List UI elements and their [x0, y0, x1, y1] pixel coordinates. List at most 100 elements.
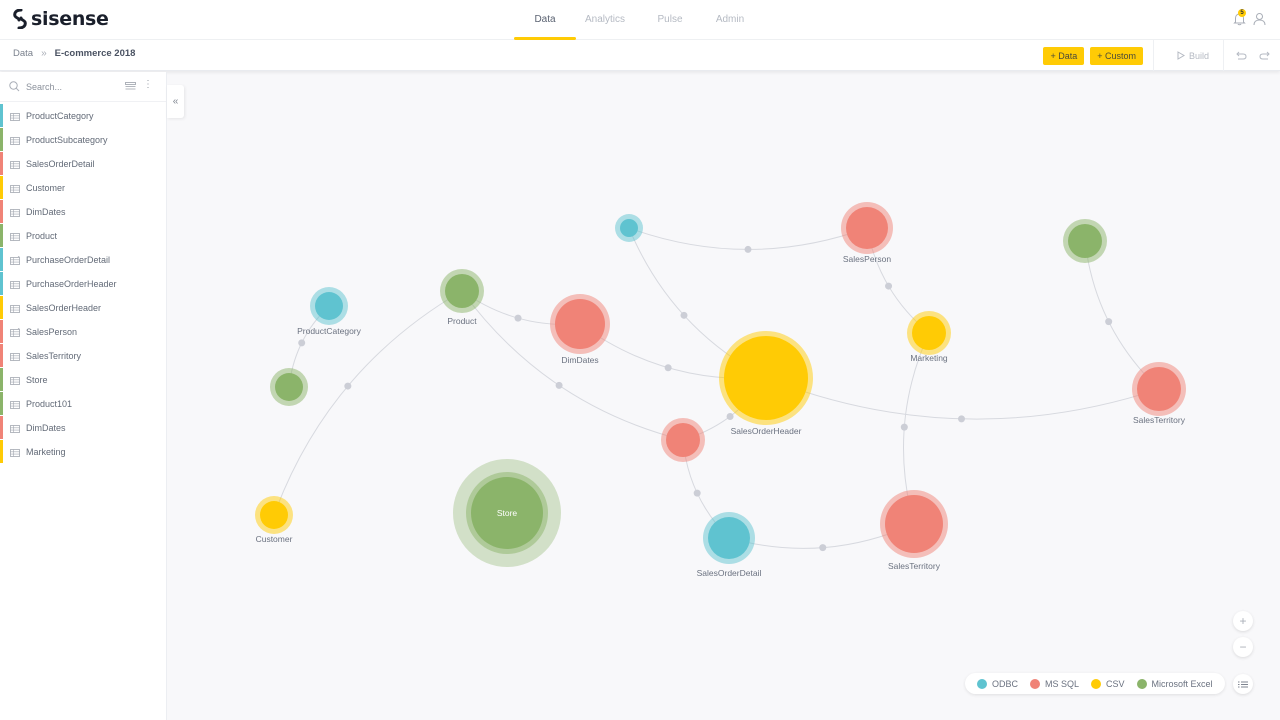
- table-icon: [10, 184, 20, 193]
- relationship-handle[interactable]: [744, 245, 752, 253]
- table-list-item[interactable]: Product: [0, 224, 166, 248]
- add-data-button[interactable]: + Data: [1043, 46, 1085, 65]
- node-label: SalesPerson: [843, 254, 891, 264]
- tab-pulse[interactable]: Pulse: [634, 0, 706, 40]
- relationship-handle[interactable]: [885, 282, 893, 290]
- notification-badge: 5: [1238, 9, 1246, 17]
- node-circle[interactable]: [445, 274, 479, 308]
- table-node[interactable]: [661, 418, 705, 462]
- table-list-item[interactable]: SalesOrderHeader: [0, 296, 166, 320]
- relationship-handle[interactable]: [344, 382, 352, 390]
- relationship-handle[interactable]: [664, 364, 672, 372]
- table-list-item[interactable]: SalesOrderDetail: [0, 152, 166, 176]
- list-view-icon[interactable]: [125, 82, 136, 90]
- relationship-handle[interactable]: [680, 311, 688, 319]
- node-circle[interactable]: [315, 292, 343, 320]
- relationship-handle[interactable]: [958, 415, 966, 423]
- source-color-stripe: [0, 176, 3, 199]
- table-node[interactable]: SalesTerritory: [880, 490, 948, 571]
- table-icon: [10, 424, 20, 433]
- table-list-item[interactable]: PurchaseOrderHeader: [0, 272, 166, 296]
- table-list-item[interactable]: Marketing: [0, 440, 166, 464]
- redo-icon[interactable]: [1259, 51, 1270, 60]
- relationship-handle[interactable]: [1105, 318, 1113, 326]
- tab-admin[interactable]: Admin: [706, 0, 754, 40]
- node-circle[interactable]: [666, 423, 700, 457]
- legend-color-dot: [1091, 678, 1102, 689]
- table-list-item[interactable]: ProductCategory: [0, 104, 166, 128]
- table-node[interactable]: Customer: [255, 496, 293, 544]
- table-node[interactable]: DimDates: [550, 294, 610, 365]
- relationship-handle[interactable]: [900, 423, 908, 431]
- legend-item[interactable]: CSV: [1091, 678, 1125, 689]
- tab-data[interactable]: Data: [514, 0, 576, 40]
- node-circle[interactable]: [708, 517, 750, 559]
- table-node[interactable]: SalesOrderHeader: [719, 331, 813, 436]
- table-list-item[interactable]: DimDates: [0, 200, 166, 224]
- table-list-item[interactable]: Store: [0, 368, 166, 392]
- node-circle[interactable]: [912, 316, 946, 350]
- schema-canvas[interactable]: SalesPerson ProductCategory Product DimDate…: [168, 72, 1280, 720]
- node-circle[interactable]: [555, 299, 605, 349]
- undo-icon[interactable]: [1236, 51, 1247, 60]
- table-node[interactable]: Product: [440, 269, 484, 326]
- zoom-in-button[interactable]: +: [1233, 611, 1253, 631]
- node-circle[interactable]: [275, 373, 303, 401]
- table-list-item[interactable]: PurchaseOrderDetail: [0, 248, 166, 272]
- table-node[interactable]: [615, 214, 643, 242]
- table-node[interactable]: [270, 368, 308, 406]
- table-node[interactable]: [1063, 219, 1107, 263]
- source-color-stripe: [0, 368, 3, 391]
- table-list-item[interactable]: SalesTerritory: [0, 344, 166, 368]
- more-options-icon[interactable]: ⋮: [143, 80, 153, 90]
- build-button[interactable]: Build: [1163, 51, 1223, 61]
- relationship-handle[interactable]: [298, 339, 306, 347]
- legend-item[interactable]: ODBC: [977, 678, 1018, 689]
- table-node[interactable]: Marketing: [907, 311, 951, 363]
- legend-item[interactable]: MS SQL: [1030, 678, 1079, 689]
- search-bar: ⋮: [0, 72, 166, 102]
- node-label: SalesOrderHeader: [731, 426, 802, 436]
- breadcrumb-data-link[interactable]: Data: [13, 48, 33, 59]
- legend-item[interactable]: Microsoft Excel: [1136, 678, 1213, 689]
- sisense-logo[interactable]: sisense: [12, 8, 109, 30]
- table-node[interactable]: Store: [453, 459, 561, 567]
- relationship-link[interactable]: [273, 290, 463, 516]
- source-color-stripe: [0, 128, 3, 151]
- relationship-handle[interactable]: [819, 544, 827, 552]
- table-node[interactable]: ProductCategory: [297, 287, 362, 336]
- add-custom-button[interactable]: + Custom: [1090, 46, 1143, 65]
- legend-label: CSV: [1106, 678, 1125, 689]
- table-list-item[interactable]: Product101: [0, 392, 166, 416]
- node-circle[interactable]: [1137, 367, 1181, 411]
- legend-color-dot: [1030, 678, 1041, 689]
- table-list-item[interactable]: Customer: [0, 176, 166, 200]
- node-circle[interactable]: [260, 501, 288, 529]
- relationship-handle[interactable]: [726, 412, 734, 420]
- node-circle[interactable]: [885, 495, 943, 553]
- table-list-item[interactable]: SalesPerson: [0, 320, 166, 344]
- node-circle[interactable]: [620, 219, 638, 237]
- table-list-item[interactable]: DimDates: [0, 416, 166, 440]
- search-input[interactable]: [26, 81, 116, 92]
- node-circle[interactable]: [846, 207, 888, 249]
- schema-graph[interactable]: SalesPerson ProductCategory Product DimDate…: [168, 72, 1280, 720]
- source-color-stripe: [0, 296, 3, 319]
- relationship-handle[interactable]: [555, 381, 563, 389]
- node-circle[interactable]: [724, 336, 808, 420]
- list-icon: [1238, 681, 1248, 687]
- table-node[interactable]: SalesTerritory: [1132, 362, 1186, 425]
- node-circle[interactable]: [1068, 224, 1102, 258]
- sisense-logo-icon: [13, 9, 27, 29]
- notifications-button[interactable]: 5: [1233, 9, 1247, 26]
- relationship-handle[interactable]: [693, 489, 701, 497]
- table-list-item[interactable]: ProductSubcategory: [0, 128, 166, 152]
- legend-toggle-button[interactable]: [1233, 674, 1253, 694]
- table-node[interactable]: SalesOrderDetail: [697, 512, 762, 578]
- table-node[interactable]: SalesPerson: [841, 202, 893, 264]
- zoom-out-button[interactable]: −: [1233, 637, 1253, 657]
- user-icon[interactable]: [1253, 12, 1266, 26]
- relationship-link[interactable]: [765, 377, 1160, 420]
- tab-analytics[interactable]: Analytics: [576, 0, 634, 40]
- relationship-handle[interactable]: [514, 314, 522, 322]
